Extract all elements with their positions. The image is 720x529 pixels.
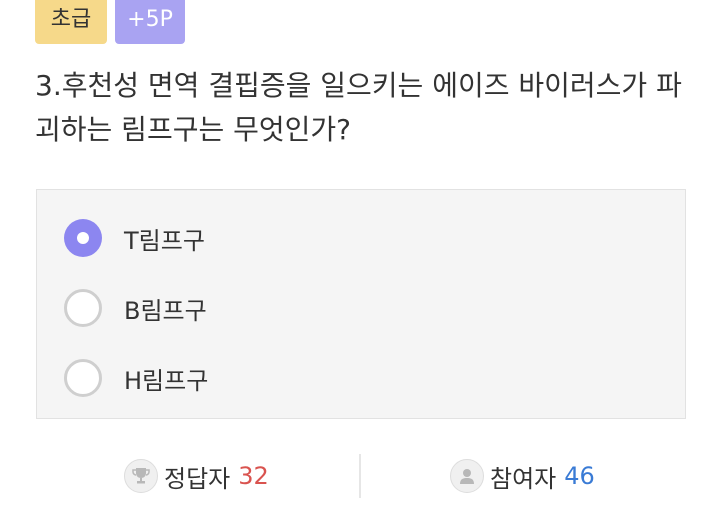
option-3[interactable]: H림프구 xyxy=(64,357,208,399)
participants-stat: 참여자 46 xyxy=(450,452,595,500)
participants-count: 46 xyxy=(564,462,595,490)
radio-icon[interactable] xyxy=(64,359,102,397)
radio-selected-icon[interactable] xyxy=(64,219,102,257)
option-label: B림프구 xyxy=(124,296,207,325)
stats-bar: 정답자 32 참여자 46 xyxy=(0,452,720,500)
points-badge: +5P xyxy=(115,0,185,44)
trophy-icon xyxy=(124,459,158,493)
correct-label: 정답자 xyxy=(164,464,231,493)
option-1[interactable]: T림프구 xyxy=(64,217,205,259)
radio-icon[interactable] xyxy=(64,289,102,327)
option-label: H림프구 xyxy=(124,366,209,395)
option-2[interactable]: B림프구 xyxy=(64,287,207,329)
correct-count: 32 xyxy=(238,462,269,490)
correct-stat: 정답자 32 xyxy=(124,452,269,500)
level-badge: 초급 xyxy=(35,0,107,44)
badge-row: 초급 +5P xyxy=(35,0,185,44)
question-text: 3.후천성 면역 결핍증을 일으키는 에이즈 바이러스가 파괴하는 림프구는 무… xyxy=(35,69,682,146)
stats-divider xyxy=(359,454,361,498)
option-label: T림프구 xyxy=(124,226,205,255)
participants-label: 참여자 xyxy=(490,464,557,493)
person-icon xyxy=(450,459,484,493)
options-box: T림프구 B림프구 H림프구 xyxy=(36,189,686,419)
